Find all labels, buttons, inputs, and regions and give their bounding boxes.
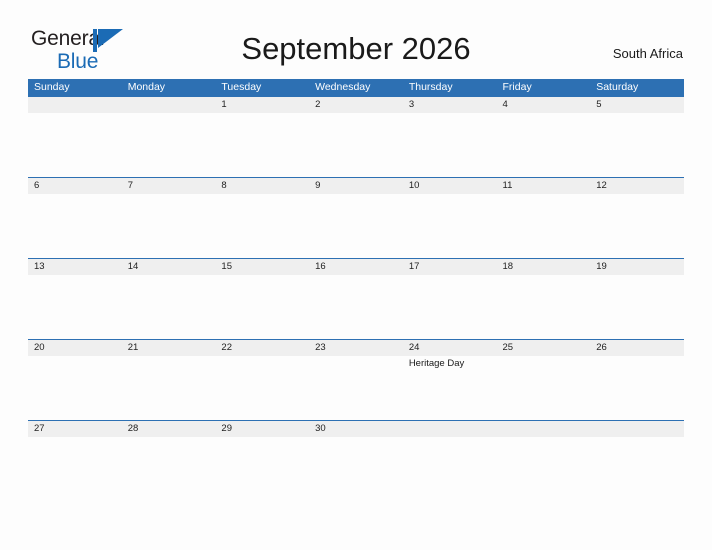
- day-cell[interactable]: [403, 421, 497, 502]
- day-number: 27: [34, 423, 45, 434]
- day-cell[interactable]: 18: [497, 259, 591, 340]
- weekday-header-friday: Friday: [502, 81, 532, 93]
- day-cell[interactable]: 25: [497, 340, 591, 421]
- day-cell[interactable]: 26: [590, 340, 684, 421]
- day-cell[interactable]: 20: [28, 340, 122, 421]
- weekday-header-sunday: Sunday: [34, 81, 70, 93]
- day-cell[interactable]: 27: [28, 421, 122, 502]
- day-number: 3: [408, 99, 415, 110]
- calendar-grid: Sunday Monday Tuesday Wednesday Thursday…: [28, 79, 684, 501]
- day-number: 5: [596, 99, 602, 110]
- day-cell[interactable]: 21: [122, 340, 216, 421]
- day-cell[interactable]: 6: [28, 178, 122, 259]
- weekday-header-row: Sunday Monday Tuesday Wednesday Thursday…: [28, 79, 684, 96]
- day-number: [34, 97, 122, 113]
- day-number: 2: [315, 99, 321, 110]
- day-cell[interactable]: 1: [215, 97, 309, 178]
- day-number: 21: [127, 342, 139, 353]
- week-row: 13 14 15 16 17 18 19: [28, 258, 684, 339]
- day-number: 25: [502, 342, 514, 353]
- day-number: 18: [502, 261, 514, 272]
- day-cell[interactable]: 22: [215, 340, 309, 421]
- day-cell[interactable]: 12: [590, 178, 684, 259]
- day-number: 4: [502, 99, 508, 110]
- day-number: [128, 97, 216, 113]
- day-number: [409, 421, 497, 437]
- day-number: 15: [221, 261, 232, 272]
- day-cell[interactable]: 8: [215, 178, 309, 259]
- weekday-header-tuesday: Tuesday: [221, 81, 262, 93]
- day-number: 7: [127, 180, 133, 191]
- day-number: 6: [34, 180, 40, 191]
- day-number: 11: [502, 180, 513, 191]
- day-number: 1: [221, 99, 227, 110]
- day-number: 26: [596, 342, 607, 353]
- day-number: 28: [127, 423, 139, 434]
- day-cell[interactable]: 10: [403, 178, 497, 259]
- day-cell-with-event[interactable]: 24 Heritage Day: [403, 340, 497, 421]
- day-cell[interactable]: 13: [28, 259, 122, 340]
- day-cell[interactable]: [122, 97, 216, 178]
- week-row: 6 7 8 9 10 11 12: [28, 177, 684, 258]
- day-cell[interactable]: 5: [590, 97, 684, 178]
- day-number: 16: [315, 261, 326, 272]
- day-cell[interactable]: [497, 421, 591, 502]
- day-cell[interactable]: 3: [403, 97, 497, 178]
- day-cell[interactable]: 17: [403, 259, 497, 340]
- day-number: 23: [315, 342, 326, 353]
- day-number: [596, 421, 684, 437]
- day-number: 20: [34, 342, 45, 353]
- week-row: 1 2 3 4 5: [28, 96, 684, 177]
- day-number: 19: [596, 261, 607, 272]
- region-label: South Africa: [612, 46, 683, 61]
- day-number: 30: [315, 423, 326, 434]
- day-number: 9: [315, 180, 321, 191]
- day-cell[interactable]: [590, 421, 684, 502]
- day-cell[interactable]: 29: [215, 421, 309, 502]
- week-row: 20 21 22 23 24 Heritage Day 25 26: [28, 339, 684, 420]
- day-cell[interactable]: 11: [497, 178, 591, 259]
- page-title: September 2026: [241, 31, 471, 66]
- day-cell[interactable]: 4: [497, 97, 591, 178]
- day-event: Heritage Day: [408, 358, 465, 369]
- day-number: 10: [408, 180, 420, 191]
- day-cell[interactable]: 7: [122, 178, 216, 259]
- day-cell[interactable]: 15: [215, 259, 309, 340]
- day-number: 14: [127, 261, 139, 272]
- day-number: 8: [221, 180, 227, 191]
- day-number: 22: [221, 342, 232, 353]
- day-cell[interactable]: 2: [309, 97, 403, 178]
- day-number: 17: [408, 261, 420, 272]
- day-cell[interactable]: 19: [590, 259, 684, 340]
- day-cell[interactable]: 28: [122, 421, 216, 502]
- day-number: 13: [34, 261, 45, 272]
- day-number: [503, 421, 591, 437]
- weekday-header-monday: Monday: [127, 81, 166, 93]
- day-number: 12: [596, 180, 607, 191]
- weekday-header-wednesday: Wednesday: [315, 81, 371, 93]
- page-header: General Blue September 2026 South Africa: [0, 0, 712, 78]
- day-cell[interactable]: 9: [309, 178, 403, 259]
- weekday-header-thursday: Thursday: [408, 81, 453, 93]
- day-cell[interactable]: 23: [309, 340, 403, 421]
- day-cell[interactable]: [28, 97, 122, 178]
- day-cell[interactable]: 30: [309, 421, 403, 502]
- day-number: 24: [408, 342, 420, 353]
- day-number: 29: [221, 423, 232, 434]
- day-cell[interactable]: 14: [122, 259, 216, 340]
- weekday-header-saturday: Saturday: [596, 81, 639, 93]
- week-row: 27 28 29 30: [28, 420, 684, 501]
- day-cell[interactable]: 16: [309, 259, 403, 340]
